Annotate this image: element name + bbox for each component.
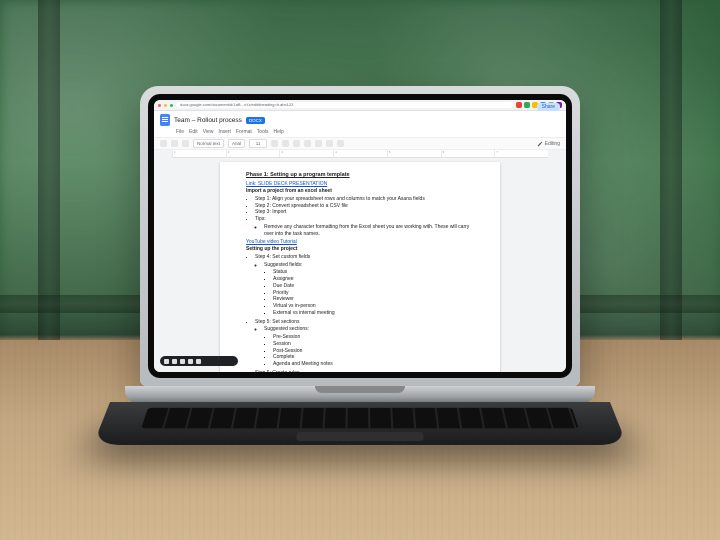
list-item: Priority: [273, 290, 474, 297]
list-item: Suggested sections: Pre-Session Session …: [264, 326, 474, 368]
italic-icon[interactable]: [282, 140, 289, 147]
laptop-screen: docs.google.com/document/d/1aB...xYz/edi…: [154, 100, 566, 372]
paragraph-style-select[interactable]: Normal text: [193, 139, 224, 148]
document-canvas[interactable]: 1234567 Phase 1: Setting up a program te…: [154, 150, 566, 372]
editing-mode[interactable]: Editing: [537, 141, 560, 147]
list-item: Due Date: [273, 283, 474, 290]
list-item: Status: [273, 269, 474, 276]
align-icon[interactable]: [326, 140, 333, 147]
volume-icon[interactable]: [188, 359, 193, 364]
list-item: Session: [273, 341, 474, 348]
list-item: Complete: [273, 354, 474, 361]
laptop-keyboard: [93, 402, 627, 445]
list-item: Agenda and Meeting notes: [273, 361, 474, 368]
expand-icon[interactable]: [196, 359, 201, 364]
list-item: Reviewer: [273, 296, 474, 303]
docs-logo-icon: [160, 114, 170, 126]
menu-view[interactable]: View: [203, 129, 214, 135]
menu-insert[interactable]: Insert: [218, 129, 231, 135]
phase-heading: Phase 1: Setting up a program template: [246, 172, 474, 179]
highlight-icon[interactable]: [315, 140, 322, 147]
list-item: Suggested fields: Status Assignee Due Da…: [264, 262, 474, 317]
document-page[interactable]: Phase 1: Setting up a program template L…: [220, 162, 500, 372]
list-item: External vs internal meeting: [273, 310, 474, 317]
list-item: Step 5: Set sections Suggested sections:…: [255, 319, 474, 368]
text-color-icon[interactable]: [304, 140, 311, 147]
list-item: Step 6: Create rules Suggested rules: Up…: [255, 370, 474, 372]
list-item: Pre-Session: [273, 334, 474, 341]
section-heading: Import a project from an excel sheet: [246, 188, 474, 195]
list-item: Remove any character formatting from the…: [264, 224, 474, 238]
list-item: Virtual vs in-person: [273, 303, 474, 310]
browser-address-bar[interactable]: docs.google.com/document/d/1aB...xYz/edi…: [154, 100, 566, 111]
menu-bar[interactable]: File Edit View Insert Format Tools Help: [154, 129, 566, 137]
bullets-icon[interactable]: [337, 140, 344, 147]
trackpad: [296, 432, 423, 441]
menu-tools[interactable]: Tools: [257, 129, 269, 135]
bold-icon[interactable]: [271, 140, 278, 147]
list-item: Step 3: Import: [255, 209, 474, 216]
laptop: docs.google.com/document/d/1aB...xYz/edi…: [140, 86, 580, 472]
list-item: Assignee: [273, 276, 474, 283]
list-item: Step 2: Convert spreadsheet to a CSV fil…: [255, 203, 474, 210]
list-item: Step 4: Set custom fields Suggested fiel…: [255, 254, 474, 317]
font-select[interactable]: Arial: [228, 139, 245, 148]
menu-format[interactable]: Format: [236, 129, 252, 135]
share-button[interactable]: Share: [537, 103, 560, 111]
list-item: Post-Session: [273, 348, 474, 355]
url-field[interactable]: docs.google.com/document/d/1aB...xYz/edi…: [176, 102, 513, 108]
next-icon[interactable]: [180, 359, 185, 364]
slide-deck-link[interactable]: Link: SLIDE DECK PRESENTATION: [246, 181, 327, 187]
horizontal-ruler: 1234567: [172, 150, 548, 158]
formatting-toolbar[interactable]: Normal text Arial 11 Editing: [154, 137, 566, 150]
youtube-link[interactable]: YouTube video Tutorial: [246, 239, 297, 245]
font-size-select[interactable]: 11: [249, 139, 267, 148]
media-controls[interactable]: [160, 356, 238, 366]
menu-help[interactable]: Help: [273, 129, 283, 135]
document-title[interactable]: Team – Rollout process: [174, 117, 242, 124]
pencil-icon: [537, 141, 543, 147]
underline-icon[interactable]: [293, 140, 300, 147]
menu-file[interactable]: File: [176, 129, 184, 135]
file-format-badge: DOCX: [246, 117, 265, 124]
list-item: Tips: Remove any character formatting fr…: [255, 216, 474, 237]
undo-icon[interactable]: [160, 140, 167, 147]
prev-icon[interactable]: [164, 359, 169, 364]
list-item: Step 1: Align your spreadsheet rows and …: [255, 196, 474, 203]
menu-edit[interactable]: Edit: [189, 129, 198, 135]
print-icon[interactable]: [182, 140, 189, 147]
play-icon[interactable]: [172, 359, 177, 364]
section-heading: Setting up the project: [246, 246, 474, 253]
redo-icon[interactable]: [171, 140, 178, 147]
